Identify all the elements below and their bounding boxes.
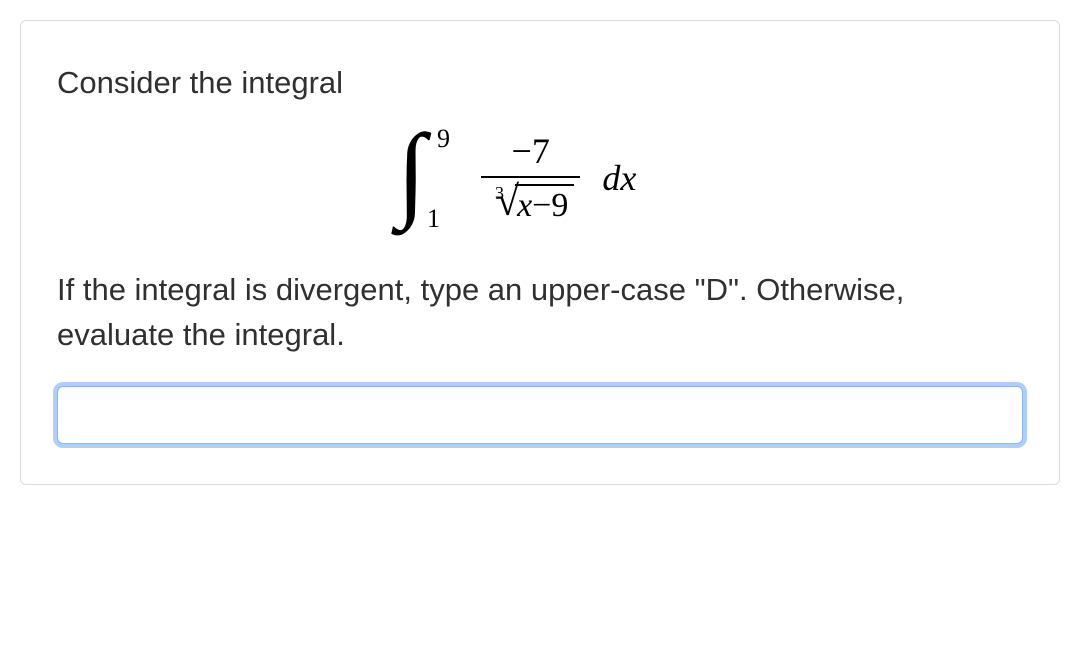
differential: dx: [602, 157, 636, 199]
numerator: −7: [504, 132, 558, 174]
upper-bound: 9: [437, 124, 450, 154]
answer-input[interactable]: [57, 386, 1023, 444]
question-card: Consider the integral ∫ 9 1 −7 3 √ x−9 d…: [20, 20, 1060, 485]
root-index: 3: [495, 184, 504, 204]
integrand-fraction: −7 3 √ x−9: [477, 132, 584, 225]
radicand: x−9: [515, 184, 574, 225]
integral-expression: ∫ 9 1 −7 3 √ x−9 dx: [57, 128, 1023, 238]
lower-bound: 1: [427, 204, 440, 234]
instruction-text: If the integral is divergent, type an up…: [57, 268, 1023, 358]
prompt-text: Consider the integral: [57, 61, 1023, 104]
integral-sign: ∫ 9 1: [397, 128, 455, 228]
denominator: 3 √ x−9: [481, 180, 580, 225]
